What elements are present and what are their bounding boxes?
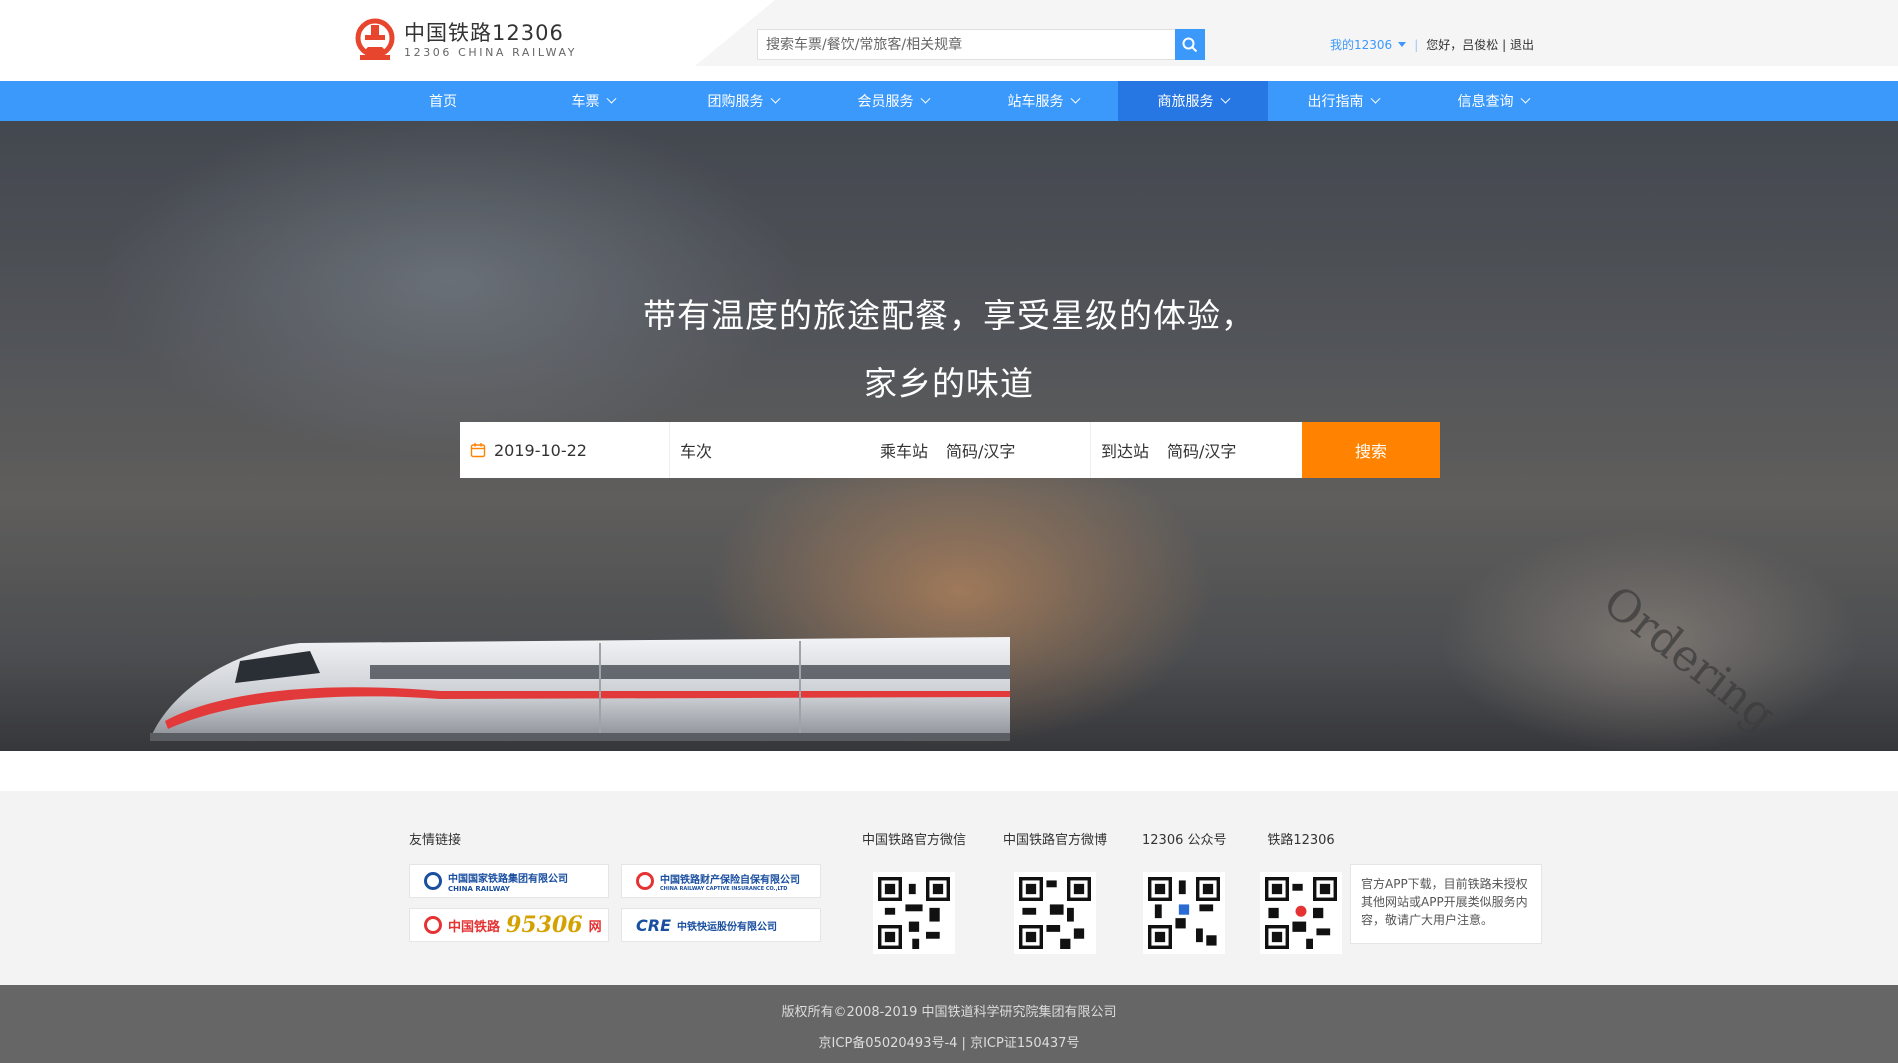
link-label: 中国铁路 bbox=[448, 919, 501, 935]
china-railway-logo-icon bbox=[636, 872, 654, 890]
qr-label: 12306 公众号 bbox=[1142, 833, 1227, 848]
china-railway-logo-icon bbox=[424, 916, 442, 934]
qr-label: 铁路12306 bbox=[1267, 833, 1335, 848]
link-sub: 中铁快运股份有限公司 bbox=[677, 921, 777, 933]
copyright-text: 版权所有©2008-2019 中国铁道科学研究院集团有限公司 bbox=[781, 1005, 1117, 1020]
user-bar-divider-2: | bbox=[1502, 38, 1507, 52]
link-brand: 95306 bbox=[506, 912, 583, 938]
link-95306[interactable]: 中国铁路 95306 网 bbox=[409, 908, 609, 942]
nav-item-label: 首页 bbox=[429, 94, 457, 110]
ticket-search-button[interactable]: 搜索 bbox=[1302, 422, 1440, 478]
calendar-icon bbox=[470, 443, 486, 458]
cre-logo-text: CRE bbox=[636, 915, 671, 935]
site-header: 中国铁路12306 12306 CHINA RAILWAY 我的12306 | … bbox=[0, 0, 1898, 81]
nav-item-label: 团购服务 bbox=[707, 94, 764, 110]
app-download-notice: 官方APP下载，目前铁路未授权其他网站或APP开展类似服务内容，敬请广大用户注意… bbox=[1350, 864, 1542, 944]
link-cre-express[interactable]: CRE 中铁快运股份有限公司 bbox=[621, 908, 821, 942]
logo-subtitle: 12306 CHINA RAILWAY bbox=[404, 46, 578, 59]
search-icon bbox=[1182, 37, 1198, 52]
nav-item-member[interactable]: 会员服务 bbox=[818, 81, 968, 121]
logo-title: 中国铁路12306 bbox=[404, 21, 564, 45]
chevron-down-icon bbox=[770, 93, 780, 104]
site-search-button[interactable] bbox=[1175, 29, 1205, 60]
my12306-label: 我的12306 bbox=[1330, 38, 1393, 52]
qr-12306-official-account: 12306 公众号 bbox=[1142, 829, 1227, 954]
user-bar-divider: | bbox=[1414, 37, 1419, 52]
china-railway-logo-icon bbox=[354, 17, 396, 63]
date-value: 2019-10-22 bbox=[494, 440, 587, 460]
high-speed-train-image bbox=[150, 637, 1010, 741]
qr-label: 中国铁路官方微信 bbox=[862, 833, 967, 848]
link-label: 中国铁路财产保险自保有限公司 bbox=[660, 874, 800, 886]
copyright-bar: 版权所有©2008-2019 中国铁道科学研究院集团有限公司 京ICP备0502… bbox=[0, 985, 1898, 1063]
chevron-down-icon bbox=[606, 93, 616, 104]
nav-item-home[interactable]: 首页 bbox=[368, 81, 518, 121]
link-sub: CHINA RAILWAY CAPTIVE INSURANCE CO.,LTD bbox=[660, 885, 788, 892]
qr-code-image bbox=[1260, 872, 1342, 954]
hero-title-line1: 带有温度的旅途配餐，享受星级的体验， bbox=[643, 296, 1255, 335]
ticket-search-form: 2019-10-22 车次 乘车站 简码/汉字 到达站 简码/汉字 搜索 bbox=[460, 422, 1440, 478]
qr-railway-12306-app: 铁路12306 bbox=[1260, 829, 1342, 954]
qr-code-image bbox=[1143, 872, 1226, 954]
qr-wechat: 中国铁路官方微信 bbox=[862, 829, 966, 954]
qr-label: 中国铁路官方微博 bbox=[1003, 833, 1108, 848]
nav-item-group-buying[interactable]: 团购服务 bbox=[668, 81, 818, 121]
icp-license-text: 京ICP备05020493号-4 | 京ICP证150437号 bbox=[818, 1036, 1080, 1051]
from-station-label: 乘车站 bbox=[880, 442, 929, 461]
nav-item-station-service[interactable]: 站车服务 bbox=[968, 81, 1118, 121]
link-label: 中国国家铁路集团有限公司 bbox=[448, 873, 568, 885]
nav-item-label: 出行指南 bbox=[1307, 94, 1364, 110]
user-bar: 我的12306 | 您好，吕俊松 | 退出 bbox=[1330, 36, 1534, 53]
date-field[interactable]: 2019-10-22 bbox=[460, 422, 670, 478]
nav-item-travel-guide[interactable]: 出行指南 bbox=[1268, 81, 1418, 121]
nav-item-label: 信息查询 bbox=[1457, 94, 1514, 110]
site-logo[interactable]: 中国铁路12306 12306 CHINA RAILWAY bbox=[354, 17, 577, 63]
chevron-down-icon bbox=[1220, 93, 1230, 104]
train-number-placeholder: 车次 bbox=[680, 442, 713, 461]
logout-link[interactable]: 退出 bbox=[1510, 38, 1534, 52]
hero-title-line2: 家乡的味道 bbox=[864, 364, 1034, 403]
chevron-down-icon bbox=[920, 93, 930, 104]
main-nav: 首页 车票 团购服务 会员服务 站车服务 商旅服务 出行指南 信息查询 bbox=[0, 81, 1898, 121]
nav-item-label: 会员服务 bbox=[857, 94, 914, 110]
nav-item-info-query[interactable]: 信息查询 bbox=[1418, 81, 1568, 121]
nav-item-label: 站车服务 bbox=[1007, 94, 1064, 110]
my12306-menu[interactable]: 我的12306 bbox=[1330, 36, 1407, 53]
to-station-placeholder: 简码/汉字 bbox=[1167, 442, 1237, 461]
qr-weibo: 中国铁路官方微博 bbox=[1003, 829, 1107, 954]
link-suffix: 网 bbox=[588, 919, 602, 935]
to-station-label: 到达站 bbox=[1101, 442, 1150, 461]
nav-item-business-travel[interactable]: 商旅服务 bbox=[1118, 81, 1268, 121]
friendly-links-title: 友情链接 bbox=[409, 833, 462, 848]
train-number-field[interactable]: 车次 bbox=[670, 422, 880, 478]
username-link[interactable]: 吕俊松 bbox=[1462, 38, 1498, 52]
to-station-field[interactable]: 到达站 简码/汉字 bbox=[1091, 422, 1302, 478]
chevron-down-icon bbox=[1520, 93, 1530, 104]
nav-item-label: 商旅服务 bbox=[1157, 94, 1214, 110]
link-railway-insurance[interactable]: 中国铁路财产保险自保有限公司 CHINA RAILWAY CAPTIVE INS… bbox=[621, 864, 821, 898]
caret-down-icon bbox=[1398, 42, 1407, 47]
china-railway-logo-icon bbox=[424, 872, 442, 890]
nav-item-label: 车票 bbox=[571, 94, 600, 110]
hero-banner: Ordering 带有温度的旅途配餐，享受星级的体验， 家乡的味道 2019-1… bbox=[0, 121, 1898, 751]
site-search-input[interactable] bbox=[757, 29, 1175, 60]
qr-code-image bbox=[873, 872, 955, 954]
link-china-railway[interactable]: 中国国家铁路集团有限公司 CHINA RAILWAY bbox=[409, 864, 609, 898]
greeting-text: 您好， bbox=[1426, 38, 1463, 52]
site-footer: 友情链接 中国国家铁路集团有限公司 CHINA RAILWAY 中国铁路财产保险… bbox=[0, 791, 1898, 985]
qr-code-image bbox=[1014, 872, 1096, 954]
chevron-down-icon bbox=[1370, 93, 1380, 104]
from-station-placeholder: 简码/汉字 bbox=[946, 442, 1016, 461]
from-station-field[interactable]: 乘车站 简码/汉字 bbox=[880, 422, 1091, 478]
friendly-links: 中国国家铁路集团有限公司 CHINA RAILWAY 中国铁路财产保险自保有限公… bbox=[409, 864, 821, 942]
chevron-down-icon bbox=[1070, 93, 1080, 104]
nav-item-tickets[interactable]: 车票 bbox=[518, 81, 668, 121]
site-search bbox=[757, 29, 1205, 60]
link-sub: CHINA RAILWAY bbox=[448, 884, 510, 893]
